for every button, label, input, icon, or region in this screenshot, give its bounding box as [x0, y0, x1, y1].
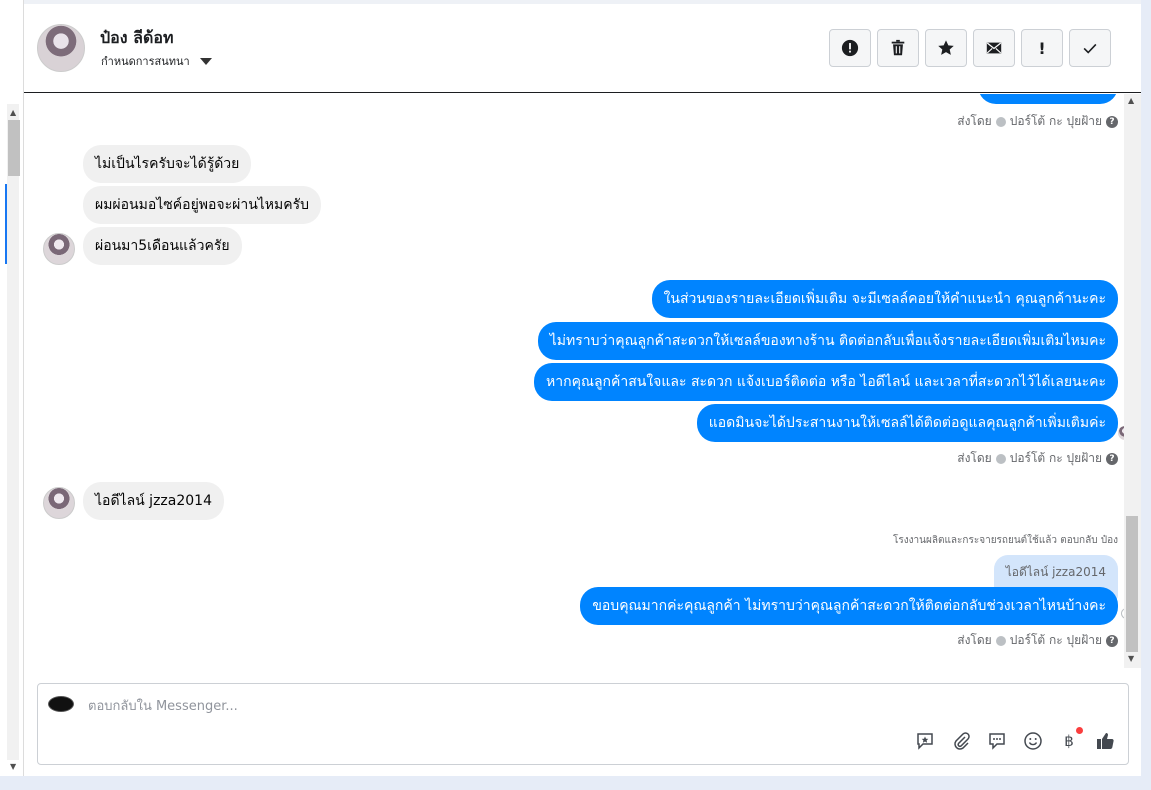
delete-button[interactable] — [877, 29, 919, 67]
assign-label: กำหนดการสนทนา — [101, 55, 190, 68]
thread-scroll-thumb[interactable] — [1126, 516, 1138, 652]
verified-dot-icon — [995, 453, 1006, 464]
thread-scrollbar[interactable]: ▲ ▼ — [1124, 94, 1141, 668]
notification-dot — [1076, 727, 1083, 734]
spam-button[interactable] — [829, 29, 871, 67]
check-icon — [1083, 43, 1097, 54]
help-icon[interactable]: ? — [1106, 115, 1118, 128]
sent-by-label: ส่งโดย ปอร์โต้ กะ ปุยฝ้าย ? — [957, 449, 1118, 468]
scroll-up-arrow-icon[interactable]: ▲ — [10, 108, 16, 117]
message-composer: ฿ — [37, 683, 1129, 765]
left-scroll-thumb[interactable] — [8, 120, 20, 176]
like-icon[interactable] — [1094, 730, 1116, 752]
caret-down-icon — [199, 57, 212, 65]
message-thread: ส่งโดย ปอร์โต้ กะ ปุยฝ้าย ? ไม่เป็นไรครั… — [24, 94, 1124, 674]
star-button[interactable] — [925, 29, 967, 67]
outgoing-message-partial[interactable] — [978, 94, 1118, 104]
attachment-icon[interactable] — [950, 730, 972, 752]
exclamation-icon: ! — [1038, 38, 1046, 58]
verified-dot-icon — [995, 635, 1006, 646]
help-icon[interactable]: ? — [1106, 452, 1118, 465]
incoming-message[interactable]: ผมผ่อนมอไซค์อยู่พอจะผ่านไหมครับ — [83, 186, 322, 224]
quick-reply-icon[interactable] — [986, 730, 1008, 752]
mail-icon — [986, 42, 1002, 54]
outgoing-message[interactable]: ขอบคุณมากค่ะคุณลูกค้า ไม่ทราบว่าคุณลูกค้… — [580, 587, 1118, 625]
outgoing-message[interactable]: แอดมินจะได้ประสานงานให้เซลล์ได้ติดต่อดูแ… — [696, 404, 1118, 442]
conversation-toolbar: ! — [829, 29, 1111, 67]
contact-avatar-small[interactable] — [43, 233, 75, 265]
sent-by-label: ส่งโดย ปอร์โต้ กะ ปุยฝ้าย ? — [957, 631, 1118, 650]
scroll-up-arrow-icon[interactable]: ▲ — [1128, 96, 1134, 105]
outgoing-message[interactable]: หากคุณลูกค้าสนใจและ สะดวก แจ้งเบอร์ติดต่… — [534, 363, 1118, 401]
outgoing-message[interactable]: ไม่ทราบว่าคุณลูกค้าสะดวกให้เซลล์ของทางร้… — [537, 322, 1118, 360]
mark-important-button[interactable]: ! — [1021, 29, 1063, 67]
done-button[interactable] — [1069, 29, 1111, 67]
composer-actions: ฿ — [914, 727, 1116, 752]
contact-avatar-small[interactable] — [43, 487, 75, 519]
assign-conversation-dropdown[interactable]: กำหนดการสนทนา — [101, 52, 212, 70]
contact-name[interactable]: ป๋อง ลีด้อท — [100, 26, 174, 51]
contact-avatar[interactable] — [37, 24, 85, 72]
incoming-message[interactable]: ไม่เป็นไรครับจะได้รู้ด้วย — [83, 145, 252, 183]
incoming-message[interactable]: ไอดีไลน์ jzza2014 — [83, 482, 224, 520]
incoming-message[interactable]: ผ่อนมา5เดือนแล้วครัย — [83, 227, 242, 265]
left-scroll-track[interactable] — [7, 104, 19, 760]
active-indicator — [5, 184, 7, 264]
emoji-icon[interactable] — [1022, 730, 1044, 752]
page-avatar — [48, 696, 74, 712]
scroll-down-arrow-icon[interactable]: ▼ — [10, 762, 16, 771]
scroll-down-arrow-icon[interactable]: ▼ — [1128, 654, 1134, 663]
left-scrollbar[interactable]: ▲ ▼ — [0, 0, 24, 776]
payment-icon[interactable]: ฿ — [1058, 727, 1083, 752]
help-icon[interactable]: ? — [1106, 634, 1118, 647]
mark-unread-button[interactable] — [973, 29, 1015, 67]
star-icon — [938, 40, 954, 55]
conversation-header: ป๋อง ลีด้อท กำหนดการสนทนา ! — [24, 0, 1141, 93]
conversation-panel: ป๋อง ลีด้อท กำหนดการสนทนา ! ส่งโดย ปอร์โ… — [24, 0, 1141, 776]
verified-dot-icon — [995, 116, 1006, 127]
saved-reply-icon[interactable] — [914, 730, 936, 752]
reply-context-note: โรงงานผลิตและกระจายรถยนต์ใช้แล้ว ตอบกลับ… — [893, 535, 1118, 546]
sent-by-label: ส่งโดย ปอร์โต้ กะ ปุยฝ้าย ? — [957, 112, 1118, 131]
trash-icon — [891, 39, 905, 56]
reply-input[interactable] — [86, 696, 786, 716]
alert-circle-icon — [841, 39, 859, 57]
outgoing-message[interactable]: ในส่วนของรายละเอียดเพิ่มเติม จะมีเซลล์คอ… — [651, 280, 1118, 318]
